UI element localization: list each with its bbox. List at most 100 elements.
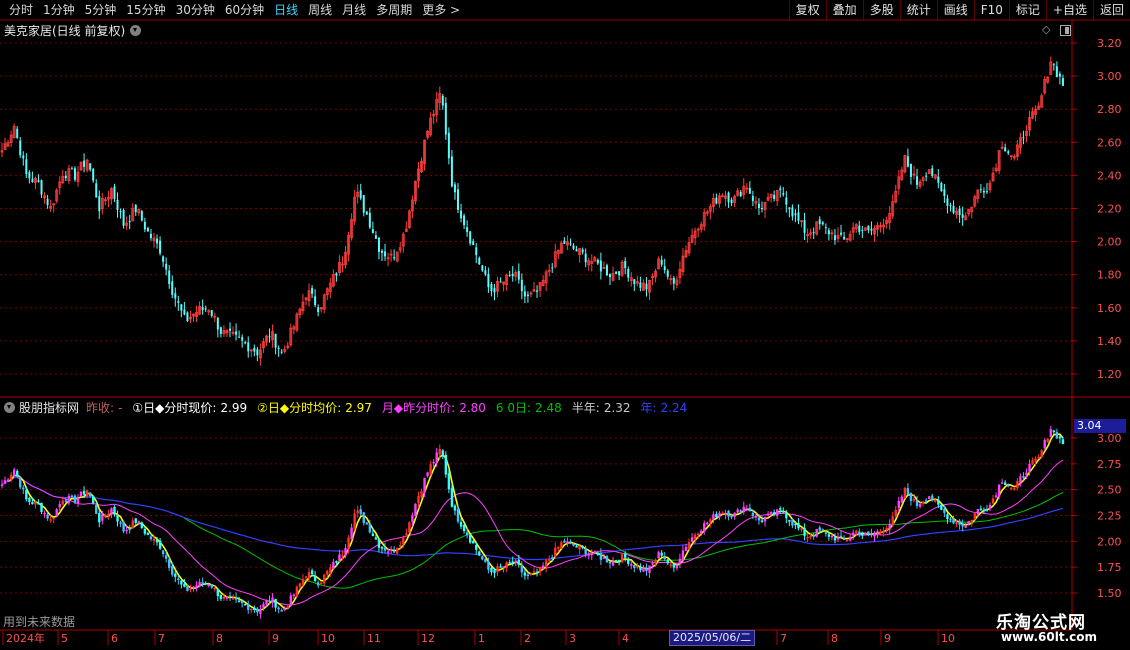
main-y-tick-label: 3.00 — [1097, 70, 1122, 83]
indicator-candle-body — [46, 514, 49, 519]
candles — [0, 56, 1064, 366]
candle-body — [95, 183, 98, 198]
dropdown-icon[interactable] — [130, 25, 142, 36]
candle-body — [280, 351, 283, 353]
candle-body — [244, 341, 247, 344]
indicator-candle-body — [1016, 480, 1019, 489]
candle-body — [481, 265, 484, 271]
indicator-candle-body — [791, 519, 794, 526]
x-tick-label: 7 — [780, 632, 787, 645]
indicator-candle-body — [0, 484, 4, 487]
indicator-y-ticks: 3.00 2.75 2.50 2.25 2.00 1.75 1.50 — [1072, 432, 1122, 600]
candle-body — [453, 184, 456, 193]
diamond-icon[interactable]: ◇ — [1042, 23, 1050, 36]
candle-body — [484, 270, 487, 275]
indicator-candle-body — [997, 484, 1001, 497]
indicator-candle-body — [1004, 482, 1007, 486]
indicator-candle-body — [590, 553, 593, 556]
indicator-candle-body — [438, 448, 441, 455]
indicator-candle-body — [475, 544, 478, 550]
indicator-candle-body — [751, 512, 755, 516]
candle-body — [797, 212, 800, 221]
indicator-candle-body — [912, 499, 916, 501]
indicator-candle-body — [994, 495, 998, 498]
indicator-candle-body — [645, 567, 648, 572]
indicator-candle-body — [432, 461, 435, 464]
indicator-candle-body — [335, 561, 338, 563]
indicator-dropdown-icon[interactable] — [4, 402, 15, 413]
indicator-candle-body — [712, 514, 715, 520]
candle-body — [162, 256, 165, 262]
indicator-candle-body — [888, 523, 891, 530]
indicator-candle-body — [596, 552, 600, 555]
indicator-candle-body — [143, 529, 147, 534]
indicator-candle-body — [9, 474, 13, 480]
indicator-candle-body — [292, 594, 296, 597]
indicator-candle-body — [961, 524, 964, 527]
indicator-candle-body — [265, 600, 268, 605]
indicator-candle-body — [377, 538, 381, 548]
indicator-candle-body — [693, 534, 697, 539]
candle-body — [490, 284, 493, 292]
indicator-candle-body — [1013, 488, 1016, 490]
indicator-candle-body — [718, 512, 721, 518]
candle-body — [1061, 78, 1064, 86]
ma60-value: 2.48 — [535, 400, 562, 415]
candle-body — [64, 175, 67, 179]
candle-body — [444, 103, 447, 135]
price-chart[interactable]: 3.20 3.00 2.80 2.60 2.40 2.20 2.00 1.80 1.60 1.40… — [0, 0, 1130, 650]
indicator-candle-body — [572, 543, 575, 546]
ma60-label: 6 0日: — [495, 401, 532, 415]
candle-body — [113, 186, 116, 199]
indicator-candle-body — [852, 532, 855, 536]
candle-body — [931, 168, 934, 176]
candle-body — [1004, 147, 1007, 152]
candle-body — [979, 189, 982, 191]
indicator-candle-body — [991, 498, 995, 504]
candle-body — [116, 199, 119, 210]
candle-body — [526, 294, 529, 297]
indicator-candle-body — [43, 512, 46, 515]
indicator-candle-body — [55, 509, 58, 516]
indicator-candle-body — [785, 513, 788, 519]
indicator-candle-body — [903, 487, 907, 498]
candle-body — [584, 253, 587, 263]
indicator-candle-body — [703, 523, 706, 532]
indicator-candle-body — [842, 538, 846, 541]
indicator-candle-body — [417, 495, 420, 504]
candle-body — [186, 312, 189, 322]
indicator-candle-body — [979, 508, 983, 511]
indicator-candle-body — [940, 504, 943, 510]
candle-body — [247, 342, 250, 352]
indicator-candle-body — [1055, 431, 1059, 439]
prev-close-value: - — [118, 400, 123, 415]
indicator-candle-body — [1031, 460, 1034, 465]
indicator-candle-body — [116, 515, 119, 522]
prev-intraday-label: 月◆昨分时价: — [381, 401, 456, 415]
candle-body — [633, 279, 636, 285]
candle-body — [672, 277, 675, 284]
year-label: 年: — [640, 401, 657, 415]
candle-body — [98, 196, 101, 212]
candle-body — [317, 307, 320, 313]
candle-body — [958, 208, 961, 216]
panel-toggle-icon[interactable] — [1060, 25, 1071, 36]
candle-body — [156, 238, 159, 244]
indicator-candle-body — [411, 515, 414, 523]
indicator-candle-body — [329, 567, 332, 573]
indicator-candle-body — [405, 533, 408, 536]
indicator-candle-body — [499, 566, 502, 568]
indicator-candle-body — [517, 559, 520, 566]
indicator-y-tick-label: 2.25 — [1097, 510, 1122, 523]
candle-body — [666, 270, 669, 277]
candle-body — [952, 205, 955, 213]
candle-body — [1058, 73, 1061, 77]
indicator-candle-body — [976, 509, 980, 515]
candle-body — [469, 231, 472, 244]
indicator-candle-body — [307, 572, 311, 579]
indicator-candle-body — [204, 583, 207, 585]
indicator-candle-body — [608, 561, 612, 564]
candle-body — [371, 229, 374, 233]
indicator-candle-body — [1007, 485, 1010, 487]
indicator-candle-body — [809, 535, 812, 538]
